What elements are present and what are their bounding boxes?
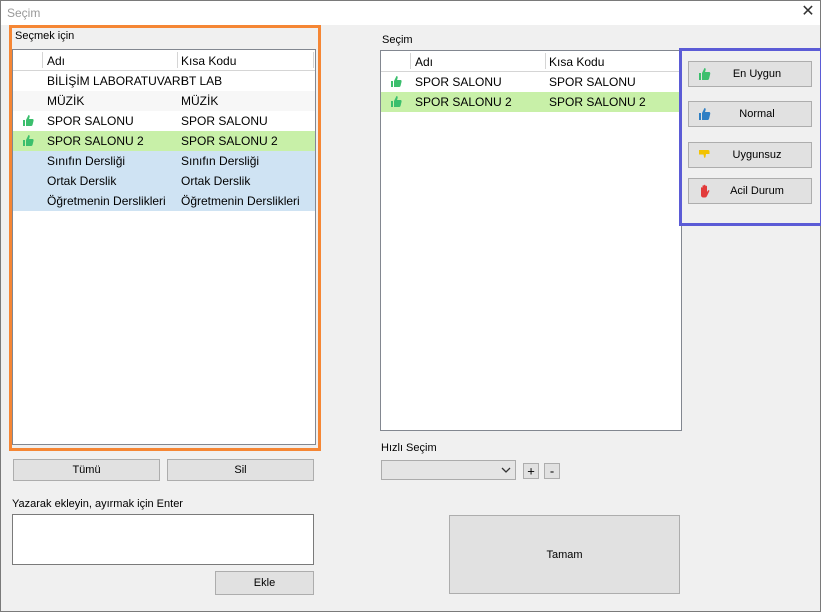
row-code: SPOR SALONU 2 <box>549 95 646 109</box>
row-code: SPOR SALONU <box>549 75 636 89</box>
close-icon[interactable]: ✕ <box>799 3 817 21</box>
selected-list-header: Adı Kısa Kodu <box>381 51 681 72</box>
title-bar: Seçim ✕ <box>1 1 820 25</box>
delete-button[interactable]: Sil <box>167 459 314 481</box>
window-title: Seçim <box>7 6 41 20</box>
col-header-name[interactable]: Adı <box>415 55 433 69</box>
select-all-button[interactable]: Tümü <box>13 459 160 481</box>
add-button[interactable]: Ekle <box>215 571 314 595</box>
type-add-label: Yazarak ekleyin, ayırmak için Enter <box>12 498 183 510</box>
selected-list[interactable]: Adı Kısa Kodu SPOR SALONU SPOR SALONU SPOR… <box>380 50 682 431</box>
right-panel-title: Seçim <box>382 34 413 46</box>
quick-add-button[interactable]: + <box>523 463 539 479</box>
quick-select-label: Hızlı Seçim <box>381 442 437 454</box>
col-header-code[interactable]: Kısa Kodu <box>549 55 604 69</box>
quick-remove-button[interactable]: - <box>544 463 560 479</box>
right_panel-row[interactable]: SPOR SALONU 2 SPOR SALONU 2 <box>381 92 681 112</box>
highlight-frame-left <box>9 25 321 451</box>
thumb-up-icon <box>391 76 402 87</box>
type-add-input[interactable] <box>12 514 314 565</box>
highlight-frame-ratings <box>679 48 821 226</box>
chevron-down-icon <box>501 467 511 473</box>
row-name: SPOR SALONU <box>415 75 502 89</box>
thumb-up-icon <box>391 96 402 107</box>
right_panel-row[interactable]: SPOR SALONU SPOR SALONU <box>381 72 681 92</box>
row-name: SPOR SALONU 2 <box>415 95 512 109</box>
quick-select-dropdown[interactable] <box>381 460 516 480</box>
ok-button[interactable]: Tamam <box>449 515 680 594</box>
